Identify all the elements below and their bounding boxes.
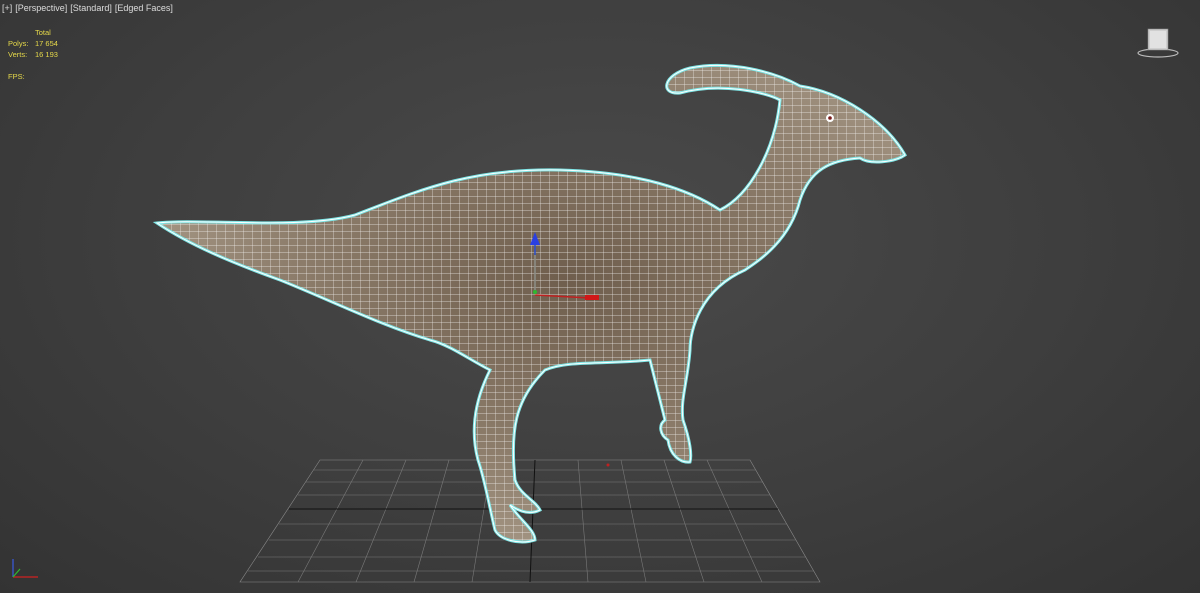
viewport-view-menu[interactable]: [Perspective]: [15, 3, 67, 13]
viewcube[interactable]: [1136, 26, 1180, 60]
pivot-marker: [606, 463, 610, 467]
polys-label: Polys:: [8, 39, 29, 48]
viewport-perspective[interactable]: [+] [Perspective] [Standard] [Edged Face…: [0, 0, 1200, 593]
verts-value: 16 193: [35, 50, 58, 59]
viewport-display-menu[interactable]: [Edged Faces]: [115, 3, 173, 13]
polys-value: 17 654: [35, 39, 58, 48]
scene-canvas[interactable]: [0, 0, 1200, 593]
viewport-plus-menu[interactable]: [+]: [2, 3, 12, 13]
verts-label: Verts:: [8, 50, 28, 59]
ground-grid: [239, 459, 821, 583]
fps-label: FPS:: [8, 72, 25, 81]
parasaurolophus-mesh[interactable]: [140, 55, 920, 555]
stats-header: Total: [35, 28, 51, 37]
viewport-shading-menu[interactable]: [Standard]: [70, 3, 112, 13]
axis-tripod-icon: [8, 555, 44, 585]
statistics-overlay: Total Polys: 17 654 Verts: 16 193 FPS:: [8, 27, 58, 82]
viewcube-icon: [1137, 28, 1179, 58]
viewport-label-menu: [+] [Perspective] [Standard] [Edged Face…: [2, 3, 173, 13]
